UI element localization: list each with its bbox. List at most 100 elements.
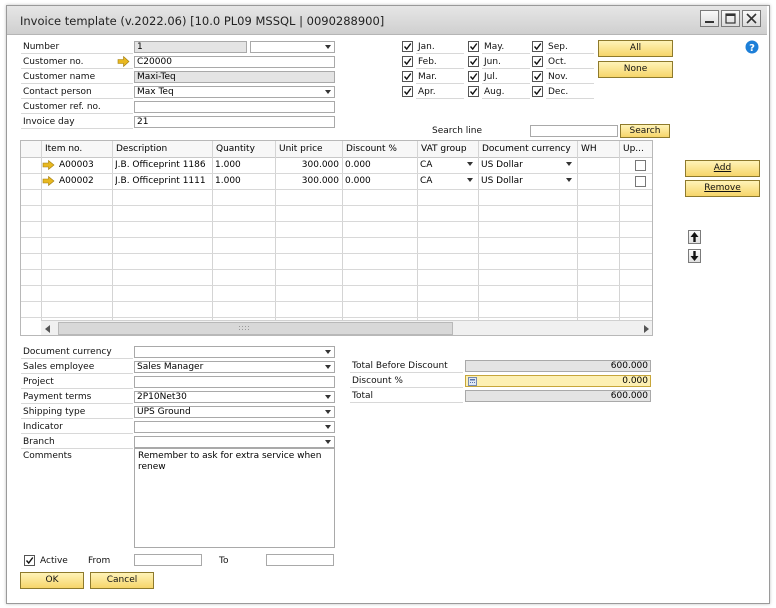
maximize-button[interactable] [721, 10, 740, 27]
grid-update-checkbox[interactable] [635, 160, 646, 171]
checkmark-icon [533, 58, 542, 66]
table-row[interactable]: A00002 J.B. Officeprint 1111 1.000 300.000 0… [21, 173, 652, 189]
indicator-underline [21, 433, 133, 434]
month-checkbox[interactable] [468, 56, 479, 67]
month-checkbox[interactable] [402, 71, 413, 82]
payment-terms-value: 2P10Net30 [137, 392, 187, 402]
grid-column-header[interactable]: Discount % [346, 144, 416, 154]
month-checkbox[interactable] [532, 71, 543, 82]
close-button[interactable] [742, 10, 761, 27]
chevron-down-icon[interactable] [465, 159, 475, 169]
move-down-button[interactable] [688, 249, 701, 263]
grid-column-header[interactable]: WH [581, 144, 618, 154]
branch-dropdown[interactable] [134, 436, 335, 448]
month-checkbox[interactable] [402, 86, 413, 97]
title-bar[interactable]: Invoice template (v.2022.06) [10.0 PL09 … [7, 6, 767, 35]
chevron-down-icon [325, 45, 331, 49]
arrow-up-icon [690, 232, 699, 242]
sales-employee-dropdown[interactable]: Sales Manager [134, 361, 335, 373]
link-arrow-icon[interactable] [42, 176, 55, 186]
grid-column-header[interactable]: Document currency [482, 144, 576, 154]
grid-row-divider [21, 205, 652, 206]
grid-column-header[interactable]: Quantity [216, 144, 274, 154]
document-currency-dropdown[interactable] [134, 346, 335, 358]
month-checkbox[interactable] [532, 56, 543, 67]
contact-person-dropdown[interactable]: Max Teq [134, 86, 335, 98]
grid-row-divider [21, 269, 652, 270]
arrow-down-icon [690, 251, 699, 261]
grid-cell-discount[interactable]: 0.000 [345, 176, 414, 186]
month-checkbox[interactable] [532, 86, 543, 97]
project-underline [21, 388, 133, 389]
from-label: From [88, 556, 111, 566]
grid-cell-item[interactable]: A00003 [59, 160, 110, 170]
grid-cell-item[interactable]: A00002 [59, 176, 110, 186]
month-checkbox[interactable] [402, 41, 413, 52]
month-checkbox[interactable] [468, 41, 479, 52]
grid-cell-quantity[interactable]: 1.000 [215, 160, 272, 170]
from-date-field[interactable] [134, 554, 202, 566]
customer-name-field[interactable]: Maxi-Teq [134, 71, 335, 83]
horizontal-scrollbar[interactable] [41, 320, 652, 335]
grid-cell-discount[interactable]: 0.000 [345, 160, 414, 170]
number-field[interactable]: 1 [134, 41, 247, 53]
to-date-field[interactable] [266, 554, 334, 566]
indicator-dropdown[interactable] [134, 421, 335, 433]
customer-no-field[interactable]: C20000 [134, 56, 335, 68]
grid-cell-unit-price[interactable]: 300.000 [278, 176, 339, 186]
scrollbar-thumb[interactable] [58, 322, 453, 335]
chevron-down-icon[interactable] [564, 175, 574, 185]
grid-column-header[interactable]: VAT group [421, 144, 477, 154]
customer-ref-field[interactable] [134, 101, 335, 113]
shipping-type-dropdown[interactable]: UPS Ground [134, 406, 335, 418]
link-arrow-icon[interactable] [117, 56, 130, 67]
chevron-down-icon[interactable] [564, 159, 574, 169]
checkmark-icon [533, 73, 542, 81]
grid-cell-quantity[interactable]: 1.000 [215, 176, 272, 186]
chevron-down-icon[interactable] [465, 175, 475, 185]
number-series-dropdown[interactable] [250, 41, 335, 53]
help-icon[interactable]: ? [745, 40, 759, 54]
month-checkbox[interactable] [532, 41, 543, 52]
grid-update-checkbox[interactable] [635, 176, 646, 187]
ok-button[interactable]: OK [20, 572, 84, 589]
month-checkbox[interactable] [468, 71, 479, 82]
calculator-icon[interactable] [468, 377, 477, 386]
table-row[interactable]: A00003 J.B. Officeprint 1186 1.000 300.000 0… [21, 157, 652, 173]
grid-column-header[interactable]: Item no. [45, 144, 111, 154]
grid-column-header[interactable]: Unit price [279, 144, 341, 154]
remove-row-button[interactable]: Remove [685, 180, 760, 197]
link-arrow-icon[interactable] [42, 160, 55, 170]
payment-terms-dropdown[interactable]: 2P10Net30 [134, 391, 335, 403]
add-row-button[interactable]: Add [685, 160, 760, 177]
checkmark-icon [403, 58, 412, 66]
search-button[interactable]: Search [620, 124, 670, 138]
cancel-button[interactable]: Cancel [90, 572, 154, 589]
grid-cell-description[interactable]: J.B. Officeprint 1111 [115, 176, 209, 186]
invoice-day-field[interactable]: 21 [134, 116, 335, 128]
chevron-down-icon [325, 395, 331, 399]
discount-field[interactable]: 0.000 [465, 375, 651, 387]
none-months-button[interactable]: None [598, 61, 673, 78]
grid-cell-currency[interactable]: US Dollar [481, 176, 574, 186]
minimize-button[interactable] [700, 10, 719, 27]
invoice-day-label: Invoice day [23, 117, 75, 127]
scroll-left-icon[interactable] [44, 324, 52, 334]
all-months-button[interactable]: All [598, 40, 673, 57]
move-up-button[interactable] [688, 230, 701, 244]
month-checkbox[interactable] [468, 86, 479, 97]
chevron-down-icon [325, 425, 331, 429]
grid-cell-unit-price[interactable]: 300.000 [278, 160, 339, 170]
month-checkbox[interactable] [402, 56, 413, 67]
active-checkbox[interactable] [24, 555, 35, 566]
search-line-input[interactable] [530, 125, 618, 137]
month-label: Feb. [418, 57, 437, 67]
project-field[interactable] [134, 376, 335, 388]
grid-cell-currency[interactable]: US Dollar [481, 160, 574, 170]
grid-cell-description[interactable]: J.B. Officeprint 1186 [115, 160, 209, 170]
scroll-right-icon[interactable] [642, 324, 650, 334]
sales-employee-value: Sales Manager [137, 362, 204, 372]
grid-column-header[interactable]: Description [116, 144, 211, 154]
grid-column-header[interactable]: Up... [623, 144, 652, 154]
comments-textarea[interactable]: Remember to ask for extra service when r… [134, 448, 335, 548]
